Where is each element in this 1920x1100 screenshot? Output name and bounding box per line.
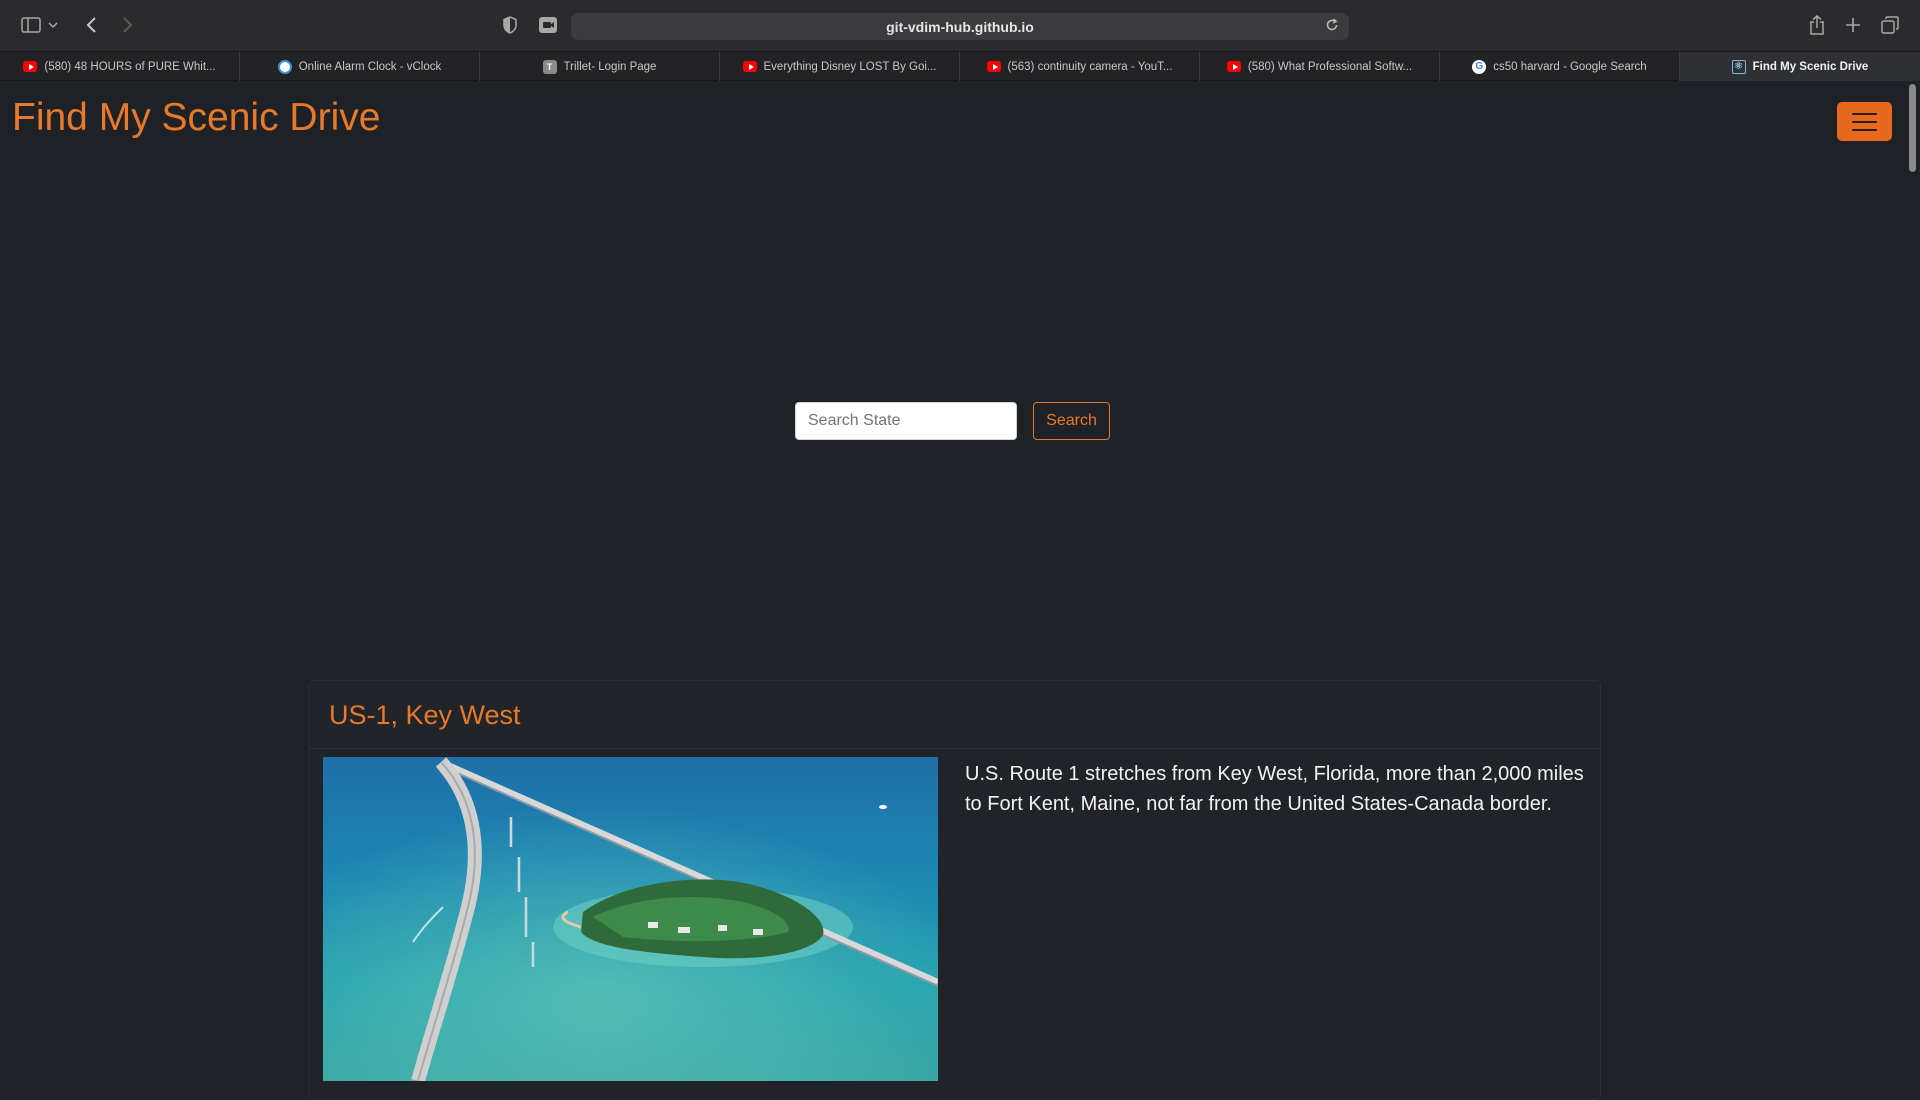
google-icon: G [1472, 59, 1487, 74]
forward-icon[interactable] [115, 13, 139, 37]
reload-icon[interactable] [1325, 18, 1339, 37]
tab-label: cs50 harvard - Google Search [1493, 60, 1647, 73]
tab-active[interactable]: ⚛ Find My Scenic Drive [1680, 52, 1920, 81]
hamburger-line [1852, 128, 1877, 131]
tab-bar: (580) 48 HOURS of PURE Whit... Online Al… [0, 51, 1920, 81]
youtube-icon [742, 61, 757, 72]
youtube-icon [23, 61, 38, 72]
tab-label: Find My Scenic Drive [1752, 60, 1869, 73]
address-bar[interactable]: git-vdim-hub.github.io [571, 13, 1349, 40]
clock-icon [277, 59, 292, 74]
card-description: U.S. Route 1 stretches from Key West, Fl… [965, 763, 1584, 815]
scrollbar-thumb[interactable] [1909, 84, 1916, 172]
tab-label: Online Alarm Clock - vClock [298, 60, 442, 73]
tab[interactable]: (580) What Professional Softw... [1200, 52, 1440, 81]
browser-toolbar: git-vdim-hub.github.io [0, 0, 1920, 51]
hamburger-line [1852, 120, 1877, 123]
card-header: US-1, Key West [309, 681, 1600, 749]
tab[interactable]: T Trillet- Login Page [480, 52, 720, 81]
camera-icon[interactable] [536, 13, 560, 37]
address-url: git-vdim-hub.github.io [886, 18, 1034, 35]
tab-label: Everything Disney LOST By Goi... [763, 60, 937, 73]
search-state-input[interactable] [795, 402, 1017, 440]
sidebar-toggle-icon[interactable] [19, 13, 43, 37]
t-icon: T [542, 59, 557, 74]
tab-overview-icon[interactable] [1878, 13, 1902, 37]
scrollbar[interactable] [1906, 81, 1920, 1080]
tab-label: (563) continuity camera - YouT... [1007, 60, 1173, 73]
tab-label: (580) What Professional Softw... [1247, 60, 1413, 73]
shield-icon[interactable] [498, 13, 522, 37]
tab[interactable]: Gcs50 harvard - Google Search [1440, 52, 1680, 81]
youtube-icon [986, 61, 1001, 72]
site-brand[interactable]: Find My Scenic Drive [12, 96, 380, 140]
share-icon[interactable] [1805, 13, 1829, 37]
hamburger-line [1852, 112, 1877, 115]
youtube-icon [1226, 61, 1241, 72]
tab-label: (580) 48 HOURS of PURE Whit... [44, 60, 216, 73]
tab[interactable]: Everything Disney LOST By Goi... [720, 52, 960, 81]
hamburger-menu-button[interactable] [1837, 102, 1892, 141]
tab-label: Trillet- Login Page [563, 60, 657, 73]
card-title: US-1, Key West [329, 700, 521, 730]
back-icon[interactable] [80, 13, 104, 37]
react-icon: ⚛ [1731, 59, 1746, 74]
search-button[interactable]: Search [1033, 402, 1110, 440]
tab[interactable]: (580) 48 HOURS of PURE Whit... [0, 52, 240, 81]
drive-card: US-1, Key West U.S. Route 1 stretches fr… [308, 680, 1601, 1100]
tab[interactable]: (563) continuity camera - YouT... [960, 52, 1200, 81]
chevron-down-icon[interactable] [46, 13, 60, 37]
route-photo [323, 757, 938, 1081]
tab[interactable]: Online Alarm Clock - vClock [240, 52, 480, 81]
new-tab-icon[interactable] [1841, 13, 1865, 37]
